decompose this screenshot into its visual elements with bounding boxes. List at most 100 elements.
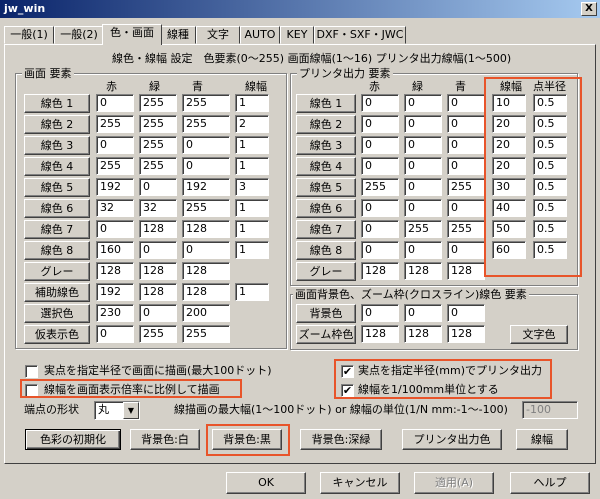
reset-colors-button[interactable]: 色彩の初期化 xyxy=(25,429,121,450)
screen-width-input-9[interactable]: 1 xyxy=(235,283,269,301)
screen-b-input-9[interactable]: 128 xyxy=(182,283,230,301)
bg-b-input-0[interactable]: 0 xyxy=(447,304,485,322)
screen-b-input-11[interactable]: 255 xyxy=(182,325,230,343)
screen-b-input-1[interactable]: 255 xyxy=(182,115,230,133)
printer-b-input-3[interactable]: 0 xyxy=(447,157,485,175)
screen-row-button-6[interactable]: 線色 7 xyxy=(24,220,90,239)
screen-width-input-7[interactable]: 1 xyxy=(235,241,269,259)
screen-g-input-3[interactable]: 255 xyxy=(139,157,177,175)
printer-row-button-8[interactable]: グレー xyxy=(296,262,356,281)
tab-3[interactable]: 線種 xyxy=(160,26,196,44)
screen-r-input-9[interactable]: 192 xyxy=(96,283,134,301)
screen-r-input-6[interactable]: 0 xyxy=(96,220,134,238)
printer-g-input-8[interactable]: 128 xyxy=(404,262,442,280)
printer-g-input-7[interactable]: 0 xyxy=(404,241,442,259)
screen-r-input-10[interactable]: 230 xyxy=(96,304,134,322)
screen-width-input-2[interactable]: 1 xyxy=(235,136,269,154)
screen-b-input-2[interactable]: 0 xyxy=(182,136,230,154)
printer-b-input-1[interactable]: 0 xyxy=(447,115,485,133)
printer-color-button[interactable]: プリンタ出力色 xyxy=(402,429,502,450)
screen-g-input-9[interactable]: 128 xyxy=(139,283,177,301)
printer-g-input-0[interactable]: 0 xyxy=(404,94,442,112)
printer-b-input-7[interactable]: 0 xyxy=(447,241,485,259)
printer-r-input-5[interactable]: 0 xyxy=(361,199,399,217)
screen-r-input-7[interactable]: 160 xyxy=(96,241,134,259)
printer-b-input-5[interactable]: 0 xyxy=(447,199,485,217)
line-width-button[interactable]: 線幅 xyxy=(516,429,568,450)
printer-row-button-3[interactable]: 線色 4 xyxy=(296,157,356,176)
screen-r-input-5[interactable]: 32 xyxy=(96,199,134,217)
printer-b-input-6[interactable]: 255 xyxy=(447,220,485,238)
screen-row-button-7[interactable]: 線色 8 xyxy=(24,241,90,260)
printer-g-input-4[interactable]: 0 xyxy=(404,178,442,196)
bg-r-input-0[interactable]: 0 xyxy=(361,304,399,322)
screen-b-input-8[interactable]: 128 xyxy=(182,262,230,280)
screen-b-input-10[interactable]: 200 xyxy=(182,304,230,322)
printer-r-input-1[interactable]: 0 xyxy=(361,115,399,133)
printer-g-input-2[interactable]: 0 xyxy=(404,136,442,154)
screen-width-input-3[interactable]: 1 xyxy=(235,157,269,175)
screen-row-button-1[interactable]: 線色 2 xyxy=(24,115,90,134)
screen-b-input-5[interactable]: 255 xyxy=(182,199,230,217)
screen-row-button-10[interactable]: 選択色 xyxy=(24,304,90,323)
tab-6[interactable]: KEY xyxy=(280,26,314,44)
screen-g-input-1[interactable]: 255 xyxy=(139,115,177,133)
screen-g-input-8[interactable]: 128 xyxy=(139,262,177,280)
max-width-input[interactable]: -100 xyxy=(522,401,578,419)
screen-r-input-2[interactable]: 0 xyxy=(96,136,134,154)
tab-4[interactable]: 文字 xyxy=(196,26,240,44)
bg-navy-button[interactable]: 背景色:深緑 xyxy=(300,429,382,450)
screen-r-input-1[interactable]: 255 xyxy=(96,115,134,133)
screen-b-input-0[interactable]: 255 xyxy=(182,94,230,112)
screen-row-button-3[interactable]: 線色 4 xyxy=(24,157,90,176)
cancel-button[interactable]: キャンセル xyxy=(320,472,400,494)
printer-r-input-6[interactable]: 0 xyxy=(361,220,399,238)
bg-white-button[interactable]: 背景色:白 xyxy=(130,429,200,450)
printer-g-input-5[interactable]: 0 xyxy=(404,199,442,217)
printer-g-input-6[interactable]: 255 xyxy=(404,220,442,238)
screen-row-button-11[interactable]: 仮表示色 xyxy=(24,325,90,344)
bg-g-input-1[interactable]: 128 xyxy=(404,325,442,343)
tab-2[interactable]: 色・画面 xyxy=(102,24,162,45)
help-button[interactable]: ヘルプ xyxy=(510,472,590,494)
screen-b-input-3[interactable]: 0 xyxy=(182,157,230,175)
screen-r-input-11[interactable]: 0 xyxy=(96,325,134,343)
screen-r-input-3[interactable]: 255 xyxy=(96,157,134,175)
printer-r-input-2[interactable]: 0 xyxy=(361,136,399,154)
screen-row-button-5[interactable]: 線色 6 xyxy=(24,199,90,218)
screen-g-input-7[interactable]: 0 xyxy=(139,241,177,259)
screen-width-input-6[interactable]: 1 xyxy=(235,220,269,238)
printer-row-button-2[interactable]: 線色 3 xyxy=(296,136,356,155)
screen-g-input-6[interactable]: 128 xyxy=(139,220,177,238)
screen-b-input-7[interactable]: 0 xyxy=(182,241,230,259)
tab-5[interactable]: AUTO xyxy=(240,26,280,44)
screen-width-input-1[interactable]: 2 xyxy=(235,115,269,133)
screen-width-input-4[interactable]: 3 xyxy=(235,178,269,196)
bg-g-input-0[interactable]: 0 xyxy=(404,304,442,322)
tab-7[interactable]: DXF・SXF・JWC xyxy=(314,26,406,44)
screen-g-input-0[interactable]: 255 xyxy=(139,94,177,112)
text-color-button[interactable]: 文字色 xyxy=(510,325,568,344)
bg-r-input-1[interactable]: 128 xyxy=(361,325,399,343)
printer-row-button-1[interactable]: 線色 2 xyxy=(296,115,356,134)
screen-r-input-4[interactable]: 192 xyxy=(96,178,134,196)
printer-b-input-2[interactable]: 0 xyxy=(447,136,485,154)
bg-row-button-0[interactable]: 背景色 xyxy=(296,304,356,323)
tab-0[interactable]: 一般(1) xyxy=(4,26,54,44)
screen-g-input-5[interactable]: 32 xyxy=(139,199,177,217)
screen-g-input-2[interactable]: 255 xyxy=(139,136,177,154)
screen-row-button-4[interactable]: 線色 5 xyxy=(24,178,90,197)
printer-b-input-8[interactable]: 128 xyxy=(447,262,485,280)
printer-g-input-1[interactable]: 0 xyxy=(404,115,442,133)
draw-point-screen-checkbox[interactable] xyxy=(25,365,38,378)
screen-row-button-2[interactable]: 線色 3 xyxy=(24,136,90,155)
apply-button[interactable]: 適用(A) xyxy=(414,472,494,494)
printer-row-button-5[interactable]: 線色 6 xyxy=(296,199,356,218)
endpoint-shape-select[interactable]: 丸 ▼ xyxy=(94,401,140,420)
close-icon[interactable]: X xyxy=(581,2,597,16)
printer-r-input-3[interactable]: 0 xyxy=(361,157,399,175)
bg-b-input-1[interactable]: 128 xyxy=(447,325,485,343)
screen-b-input-4[interactable]: 192 xyxy=(182,178,230,196)
screen-r-input-8[interactable]: 128 xyxy=(96,262,134,280)
printer-b-input-4[interactable]: 255 xyxy=(447,178,485,196)
